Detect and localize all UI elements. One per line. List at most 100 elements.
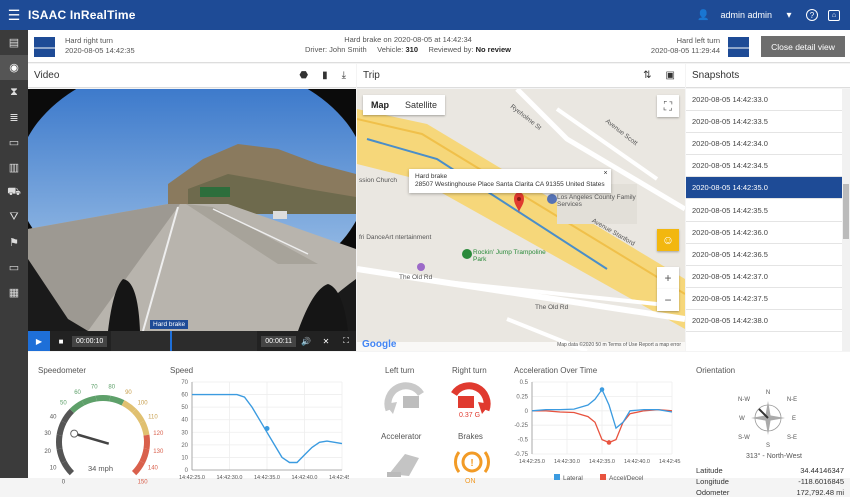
gauge-arc-segment (131, 460, 145, 476)
fullscreen-icon[interactable]: ⛶ (336, 336, 356, 346)
accel-current-point (606, 440, 612, 445)
close-detail-view-button[interactable]: Close detail view (761, 36, 845, 57)
video-seek-bar[interactable] (111, 331, 258, 351)
svg-text:!: ! (470, 458, 473, 469)
play-icon[interactable]: ▶ (28, 331, 50, 351)
gauge-arc-segment (143, 434, 150, 450)
main-area: 🡐 Hard right turn 2020-08-05 14:42:35 Ha… (28, 30, 850, 497)
trip-map[interactable]: Map Satellite ⛶ ☺ + − Hard brake 28507 W… (357, 89, 685, 351)
zoom-out-icon[interactable]: − (657, 289, 679, 311)
street-view-icon[interactable]: ☺ (657, 229, 679, 251)
help-icon[interactable]: ? (806, 9, 818, 21)
top-bar: ☰ ISAAC InRealTime 👤 admin admin ▾ ? ⌂ (0, 0, 850, 30)
brake-warning-icon: ! (454, 451, 490, 473)
compass-label-se: S-E (787, 435, 797, 441)
accelerator-pedal-icon (387, 454, 419, 477)
previous-event-info: Hard right turn 2020-08-05 14:42:35 (65, 36, 135, 56)
map-fullscreen-icon[interactable]: ⛶ (657, 95, 679, 117)
gauge-tick-label: 80 (108, 385, 115, 391)
user-icon: 👤 (697, 9, 710, 21)
route-icon[interactable]: ⚑ (0, 230, 28, 255)
route-icon[interactable]: ⇅ (643, 70, 651, 81)
gauge-tick-label: 120 (153, 431, 164, 437)
snapshot-row[interactable]: 2020-08-05 14:42:36.0 (686, 222, 850, 244)
tab-map[interactable]: Map (363, 95, 397, 115)
speed-x-tick: 14:42:25.0 (179, 475, 205, 481)
camera-icon[interactable]: ▣ (666, 70, 675, 81)
mute-icon[interactable]: ✕ (316, 337, 336, 346)
speed-y-tick: 60 (181, 393, 188, 399)
user-name[interactable]: admin admin (720, 10, 772, 20)
trip-panel-header: Trip ⇅ ▣ (357, 64, 685, 88)
monitor-icon[interactable]: ▭ (0, 255, 28, 280)
snapshot-row[interactable]: 2020-08-05 14:42:35.0 (686, 177, 850, 200)
snapshot-row[interactable]: 2020-08-05 14:42:34.5 (686, 155, 850, 178)
gauge-arc-segment (81, 395, 97, 406)
snapshot-row[interactable]: 2020-08-05 14:42:37.0 (686, 266, 850, 288)
chevron-down-icon[interactable]: ▾ (782, 8, 796, 22)
video-player[interactable]: Hard brake ▶ ■ 00:00:10 00:00:11 🔊 ✕ ⛶ (28, 89, 356, 351)
accel-y-tick: -0.25 (514, 423, 528, 429)
accel-x-tick: 14:42:35.0 (589, 459, 615, 465)
dashboard-icon[interactable]: ▤ (0, 30, 28, 55)
snapshot-row[interactable]: 2020-08-05 14:42:38.0 (686, 310, 850, 333)
event-info-bar: 🡐 Hard right turn 2020-08-05 14:42:35 Ha… (28, 30, 850, 63)
map-canvas (357, 89, 685, 351)
report-icon[interactable]: ▦ (0, 280, 28, 305)
compass-label-nw: N-W (738, 397, 750, 403)
bookmark-icon[interactable]: ▮ (322, 70, 328, 81)
acceleration-chart-title: Acceleration Over Time (514, 366, 598, 375)
stop-icon[interactable]: ■ (50, 331, 72, 351)
snapshot-row[interactable]: 2020-08-05 14:42:37.5 (686, 288, 850, 310)
compass: N N-E E S-E S S-W W N-W (738, 390, 797, 449)
legend-lateral-label: Lateral (563, 475, 583, 482)
sidebar: ▤ ◉ ⧗ ≣ ▭ ▥ ⛟ ⛛ ⚑ ▭ ▦ (0, 30, 28, 478)
compass-label-w: W (739, 416, 745, 422)
accel-x-tick: 14:42:25.0 (519, 459, 545, 465)
eye-icon[interactable]: ◉ (0, 55, 28, 80)
snapshot-row[interactable]: 2020-08-05 14:42:33.0 (686, 89, 850, 112)
snapshot-row[interactable]: 2020-08-05 14:42:35.5 (686, 199, 850, 222)
snapshot-row[interactable]: 2020-08-05 14:42:34.0 (686, 133, 850, 156)
inbox-icon[interactable]: ⌂ (828, 9, 840, 21)
accel-x-tick: 14:42:40.0 (624, 459, 650, 465)
road-icon[interactable]: ⛛ (0, 205, 28, 230)
video-panel-header: Video ⬣ ▮ ⤓ (28, 64, 356, 88)
map-type-tabs: Map Satellite (363, 95, 446, 115)
hamburger-menu-icon[interactable]: ☰ (0, 0, 28, 30)
previous-event-title: Hard right turn (65, 36, 113, 45)
gauge-arc-segment (61, 408, 75, 424)
gauge-arc-segment (95, 395, 111, 402)
tag-icon[interactable]: ⬣ (299, 70, 308, 81)
heading-value: 313° - North-West (746, 453, 802, 460)
speed-y-tick: 40 (181, 418, 188, 424)
gauge-arc-segment (139, 448, 150, 464)
speed-y-tick: 0 (185, 468, 189, 474)
previous-event-button[interactable]: 🡐 (28, 37, 61, 57)
odometer-label: Odometer (696, 488, 730, 497)
accel-y-tick: 0.5 (520, 380, 529, 386)
list-icon[interactable]: ≣ (0, 105, 28, 130)
volume-icon[interactable]: 🔊 (296, 337, 316, 346)
tab-satellite[interactable]: Satellite (397, 95, 445, 115)
snapshots-panel-header: Snapshots (686, 64, 850, 88)
scrollbar-thumb[interactable] (843, 184, 849, 239)
download-icon[interactable]: ⤓ (342, 70, 346, 81)
gauge-needle (73, 432, 110, 445)
snapshots-scrollbar[interactable] (842, 89, 850, 351)
snapshot-row[interactable]: 2020-08-05 14:42:36.5 (686, 244, 850, 266)
event-marker (169, 331, 172, 351)
gauge-tick-label: 50 (60, 400, 67, 406)
accel-y-tick: -0.5 (518, 438, 529, 444)
popup-close-icon[interactable]: × (604, 170, 608, 178)
hourglass-icon[interactable]: ⧗ (0, 80, 28, 105)
gauge-arc-segment (139, 420, 150, 436)
truck-icon[interactable]: ⛟ (0, 180, 28, 205)
chart-icon[interactable]: ▥ (0, 155, 28, 180)
next-event-button[interactable]: 🡒 (722, 37, 755, 57)
zoom-in-icon[interactable]: + (657, 267, 679, 289)
legend-accel-label: Accel/Decel (609, 475, 644, 482)
snapshot-row[interactable]: 2020-08-05 14:42:33.5 (686, 111, 850, 134)
document-icon[interactable]: ▭ (0, 130, 28, 155)
speed-y-tick: 70 (181, 380, 188, 386)
